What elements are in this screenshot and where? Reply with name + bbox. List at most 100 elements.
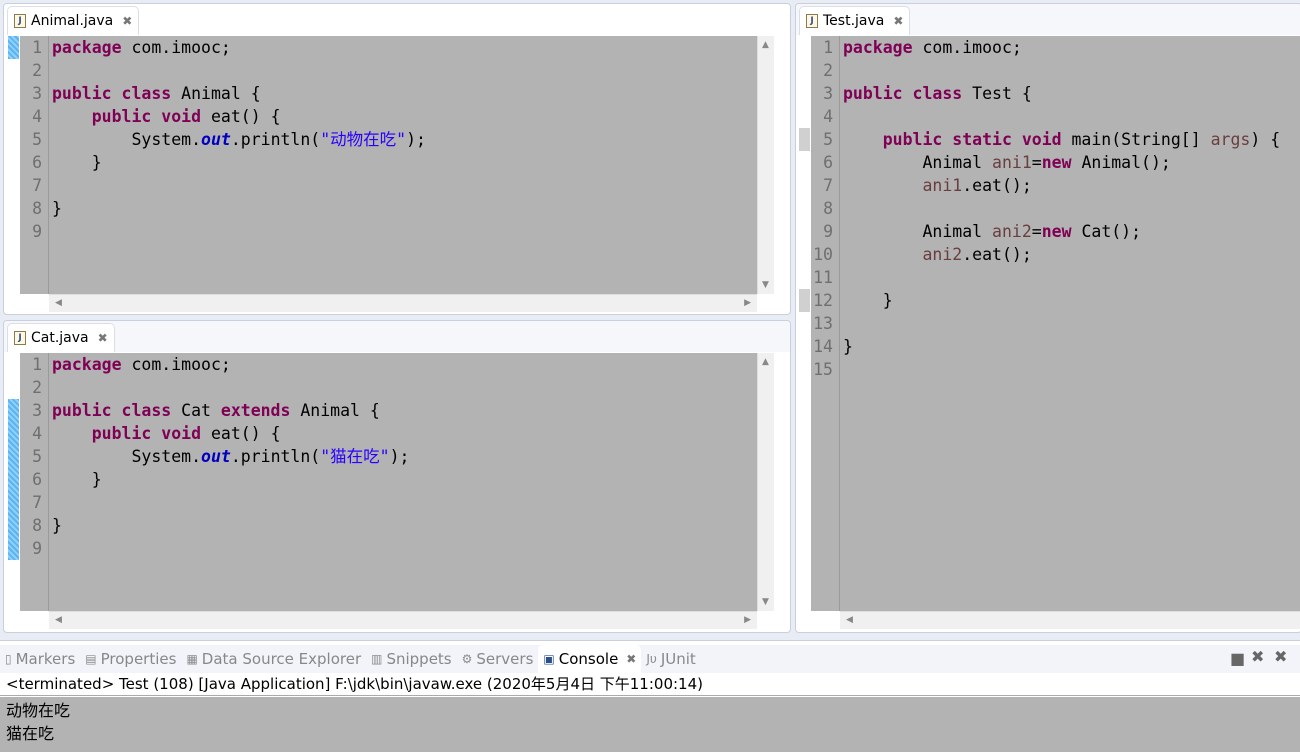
- java-file-icon: J: [14, 331, 26, 345]
- code-token-text: ) {: [1250, 130, 1281, 149]
- line-number: 13: [813, 314, 833, 333]
- remove-launch-icon[interactable]: ✖: [1251, 647, 1264, 666]
- tab-label: Servers: [476, 650, 534, 668]
- code-line: package com.imooc;: [52, 36, 231, 59]
- change-marker: [8, 36, 19, 59]
- line-number: 3: [32, 401, 42, 420]
- line-number: 4: [32, 107, 42, 126]
- code-token-keyword: package: [52, 355, 122, 374]
- line-number: 6: [32, 153, 42, 172]
- tab-label: Console: [558, 650, 619, 668]
- code-token-keyword: public class: [52, 84, 172, 103]
- line-number: 3: [823, 84, 833, 103]
- line-number: 1: [823, 38, 833, 57]
- line-number-gutter: 1 2 3 4 5 6 7 8 9: [20, 353, 49, 611]
- line-number: 9: [32, 222, 42, 241]
- code-token-text: Animal {: [171, 84, 261, 103]
- close-icon[interactable]: ✖: [98, 331, 108, 345]
- tab-row: J Animal.java ✖: [4, 4, 790, 35]
- horizontal-scrollbar[interactable]: ◀: [840, 611, 1300, 629]
- code-token-text: Cat();: [1071, 222, 1142, 241]
- console-output[interactable]: 动物在吃 猫在吃: [0, 697, 1300, 752]
- code-token-string: "动物在吃": [320, 130, 407, 149]
- code-token-keyword: public void: [91, 107, 202, 126]
- tab-animal-java[interactable]: J Animal.java ✖: [7, 6, 140, 35]
- line-number: 6: [32, 470, 42, 489]
- tab-snippets[interactable]: ▥ Snippets: [366, 645, 457, 673]
- console-status: <terminated> Test (108) [Java Applicatio…: [0, 673, 1300, 696]
- horizontal-scrollbar[interactable]: ◀ ▶: [49, 611, 757, 629]
- tab-console[interactable]: ▣ Console ✖: [538, 645, 642, 673]
- tab-data-source-explorer[interactable]: ▦ Data Source Explorer: [181, 645, 366, 673]
- line-number: 2: [823, 61, 833, 80]
- code-token-text: }: [843, 291, 893, 310]
- test-editor-pane: J Test.java ✖ 1 2 3 4 5 6 7 8 9 10 11 12 13 14 15 package…: [795, 3, 1300, 633]
- code-token-text: }: [843, 337, 853, 356]
- tab-label: Properties: [100, 650, 177, 668]
- code-token-text: Cat: [171, 401, 221, 420]
- line-number-gutter: 1 2 3 4 5 6 7 8 9 10 11 12 13 14 15: [811, 36, 840, 611]
- line-number: 4: [32, 424, 42, 443]
- tab-junit[interactable]: Jυ JUnit: [641, 645, 700, 673]
- code-token-text: System.: [52, 447, 202, 466]
- overview-ruler: [5, 353, 20, 611]
- console-line: 猫在吃: [6, 724, 55, 743]
- code-token-text: Test {: [962, 84, 1032, 103]
- line-number: 2: [32, 378, 42, 397]
- code-token-text: com.imooc;: [121, 38, 231, 57]
- code-line: System.out.println("动物在吃");: [52, 128, 426, 151]
- remove-all-terminated-icon[interactable]: ✖: [1274, 647, 1287, 666]
- tab-label: JUnit: [660, 650, 696, 668]
- change-marker: [799, 128, 810, 151]
- code-token-text: Animal: [843, 222, 993, 241]
- line-number: 7: [823, 176, 833, 195]
- line-number: 1: [32, 38, 42, 57]
- code-token-string: "猫在吃": [320, 447, 390, 466]
- code-line: public static void main(String[] args) {: [843, 128, 1280, 151]
- code-token-variable: ani1: [992, 153, 1032, 172]
- vertical-scrollbar[interactable]: ▲ ▼: [757, 353, 774, 611]
- tab-properties[interactable]: ▤ Properties: [80, 645, 181, 673]
- line-number: 5: [823, 130, 833, 149]
- close-icon[interactable]: ✖: [893, 14, 903, 28]
- line-number: 15: [813, 360, 833, 379]
- code-token-field: out: [201, 447, 231, 466]
- snippets-icon: ▥: [371, 652, 383, 666]
- line-number: 4: [823, 107, 833, 126]
- code-token-text: }: [52, 199, 62, 218]
- tab-test-java[interactable]: J Test.java ✖: [799, 6, 911, 35]
- java-file-icon: J: [806, 14, 818, 28]
- line-number: 2: [32, 61, 42, 80]
- java-file-icon: J: [14, 14, 26, 28]
- code-line: }: [52, 197, 62, 220]
- code-editor[interactable]: 1 2 3 4 5 6 7 8 9 package com.imooc; public class …: [5, 353, 757, 611]
- code-editor[interactable]: 1 2 3 4 5 6 7 8 9 10 11 12 13 14 15 package com.imooc; p…: [796, 36, 1300, 611]
- tab-cat-java[interactable]: J Cat.java ✖: [7, 323, 115, 352]
- line-number-gutter: 1 2 3 4 5 6 7 8 9: [20, 36, 49, 294]
- tab-servers[interactable]: ⚙ Servers: [457, 645, 539, 673]
- code-token-keyword: extends: [220, 401, 291, 420]
- terminate-icon[interactable]: ■: [1230, 649, 1245, 668]
- tab-label: Animal.java: [31, 13, 114, 29]
- line-number: 12: [813, 291, 833, 310]
- vertical-scrollbar[interactable]: ▲ ▼: [757, 36, 774, 294]
- code-editor[interactable]: 1 2 3 4 5 6 7 8 9 package com.imooc; public class …: [5, 36, 757, 294]
- line-number: 1: [32, 355, 42, 374]
- bottom-panel: ▯ Markers ▤ Properties ▦ Data Source Explorer…: [0, 640, 1300, 752]
- code-token-field: out: [201, 130, 231, 149]
- line-number: 8: [823, 199, 833, 218]
- animal-editor-pane: J Animal.java ✖ 1 2 3 4 5 6 7 8 9 package com.imooc…: [3, 3, 791, 315]
- properties-icon: ▤: [85, 652, 97, 666]
- tab-label: Snippets: [386, 650, 452, 668]
- horizontal-scrollbar[interactable]: ◀ ▶: [49, 294, 757, 312]
- tab-label: Data Source Explorer: [201, 650, 362, 668]
- code-line: Animal ani1=new Animal();: [843, 151, 1170, 174]
- close-icon[interactable]: ✖: [122, 14, 132, 28]
- close-icon[interactable]: ✖: [626, 652, 636, 666]
- line-number: 7: [32, 176, 42, 195]
- tab-markers[interactable]: ▯ Markers: [0, 645, 80, 673]
- code-token-text: .eat();: [962, 245, 1032, 264]
- code-token-text: .eat();: [962, 176, 1032, 195]
